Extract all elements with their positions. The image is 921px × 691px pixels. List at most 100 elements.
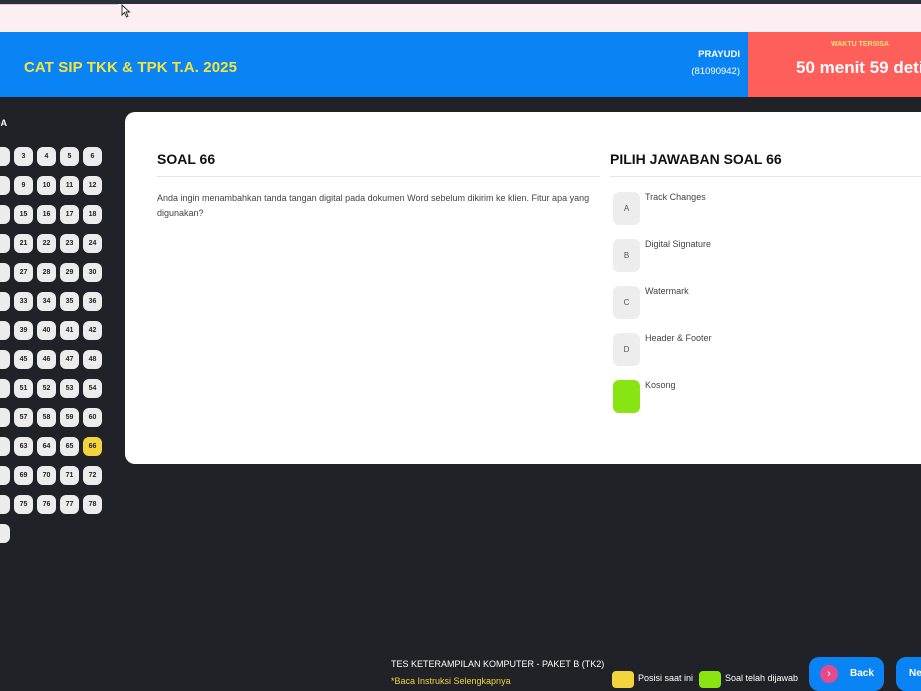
option-letter[interactable]: D [613,333,640,366]
question-nav-button[interactable]: 33 [14,292,33,311]
question-nav-button[interactable]: 30 [83,263,102,282]
question-nav-button[interactable] [0,321,10,340]
question-nav-button[interactable]: 71 [60,466,79,485]
question-nav-button[interactable]: 6 [83,147,102,166]
user-id: (81090942) [691,66,740,77]
question-nav-button[interactable]: 64 [37,437,56,456]
option-letter[interactable]: A [613,192,640,225]
question-nav-button[interactable]: 78 [83,495,102,514]
option-empty-marker[interactable] [613,380,640,413]
question-nav-button[interactable]: 72 [83,466,102,485]
question-nav-button[interactable] [0,234,10,253]
next-label: Next [909,668,921,679]
answer-title: PILIH JAWABAN SOAL 66 [610,151,782,167]
question-nav-button[interactable]: 22 [37,234,56,253]
answer-divider [610,176,921,177]
question-card: SOAL 66 Anda ingin menambahkan tanda tan… [125,112,921,464]
question-nav-button[interactable]: 45 [14,350,33,369]
browser-strip [0,4,921,32]
legend-current-swatch [612,671,634,688]
legend-answered-swatch [699,671,721,688]
question-nav-button[interactable]: 21 [14,234,33,253]
app-header: CAT SIP TKK & TPK T.A. 2025 PRAYUDI (810… [0,32,748,97]
question-nav-button[interactable] [0,379,10,398]
chevron-right-icon: › [820,665,838,683]
next-button[interactable]: Next [896,657,921,691]
question-nav-button[interactable]: 28 [37,263,56,282]
question-nav-button[interactable]: 51 [14,379,33,398]
timer-panel: WAKTU TERSISA 50 menit 59 detik [748,32,921,97]
question-nav-button[interactable]: 4 [37,147,56,166]
question-nav-button[interactable]: 36 [83,292,102,311]
question-nav-button[interactable]: 11 [60,176,79,195]
question-nav-button[interactable]: 58 [37,408,56,427]
question-nav-button[interactable]: 69 [14,466,33,485]
option-text[interactable]: Digital Signature [645,239,711,249]
question-nav-button[interactable]: 39 [14,321,33,340]
question-nav-button[interactable] [0,263,10,282]
question-nav-button[interactable]: 52 [37,379,56,398]
question-nav-button[interactable]: 77 [60,495,79,514]
question-nav-button[interactable]: 17 [60,205,79,224]
question-nav-button[interactable]: 53 [60,379,79,398]
question-nav-button[interactable]: 5 [60,147,79,166]
question-nav-button[interactable]: 76 [37,495,56,514]
question-nav-button[interactable]: 75 [14,495,33,514]
question-nav-button[interactable]: 46 [37,350,56,369]
option-letter[interactable]: B [613,239,640,272]
question-text: Anda ingin menambahkan tanda tangan digi… [157,193,590,218]
timer-value: 50 menit 59 detik [796,58,921,77]
question-nav-button[interactable]: 24 [83,234,102,253]
question-nav-button[interactable]: 29 [60,263,79,282]
question-nav-button[interactable]: 35 [60,292,79,311]
strip-line [0,4,118,5]
question-nav-button[interactable]: 63 [14,437,33,456]
question-nav-button[interactable] [0,495,10,514]
question-nav-button[interactable]: 57 [14,408,33,427]
question-nav-button[interactable] [0,147,10,166]
question-nav-button[interactable]: 15 [14,205,33,224]
question-nav-button[interactable]: 3 [14,147,33,166]
question-nav-button[interactable]: 40 [37,321,56,340]
question-nav-button[interactable]: 12 [83,176,102,195]
question-nav-button[interactable]: 48 [83,350,102,369]
question-nav-button[interactable]: 10 [37,176,56,195]
footer-exam-title: TES KETERAMPILAN KOMPUTER - PAKET B (TK2… [391,659,605,669]
question-nav-button[interactable]: 16 [37,205,56,224]
option-text[interactable]: Header & Footer [645,333,712,343]
legend-current-label: Posisi saat ini [638,673,694,683]
question-nav-button[interactable]: 41 [60,321,79,340]
question-nav-button[interactable] [0,350,10,369]
user-name: PRAYUDI [698,49,740,60]
question-nav-button[interactable] [0,205,10,224]
timer-label: WAKTU TERSISA [831,41,889,48]
question-nav-button[interactable]: 70 [37,466,56,485]
question-nav-button[interactable]: 47 [60,350,79,369]
question-nav-button[interactable]: 23 [60,234,79,253]
question-nav-button[interactable]: 27 [14,263,33,282]
app-title: CAT SIP TKK & TPK T.A. 2025 [24,59,238,76]
sidebar-label: DA [0,118,7,128]
question-nav-button[interactable]: 60 [83,408,102,427]
legend-answered-label: Soal telah dijawab [725,673,799,683]
question-nav-button[interactable] [0,437,10,456]
question-nav-button[interactable] [0,176,10,195]
option-text[interactable]: Watermark [645,286,689,296]
question-nav-button[interactable]: 54 [83,379,102,398]
question-nav-button[interactable]: 59 [60,408,79,427]
question-nav-button[interactable]: 65 [60,437,79,456]
question-nav-button[interactable] [0,466,10,485]
option-text[interactable]: Track Changes [645,192,706,202]
question-nav-button[interactable] [0,408,10,427]
question-nav-button[interactable] [0,524,10,543]
question-nav-button[interactable]: 34 [37,292,56,311]
question-nav-button[interactable]: 66 [83,437,102,456]
question-nav-button[interactable]: 42 [83,321,102,340]
option-text[interactable]: Kosong [645,380,676,390]
question-nav-button[interactable]: 9 [14,176,33,195]
question-nav-button[interactable]: 18 [83,205,102,224]
option-letter[interactable]: C [613,286,640,319]
instructions-link[interactable]: *Baca Instruksi Selengkapnya [391,676,511,686]
back-button[interactable]: › Back [809,657,884,691]
question-nav-button[interactable] [0,292,10,311]
